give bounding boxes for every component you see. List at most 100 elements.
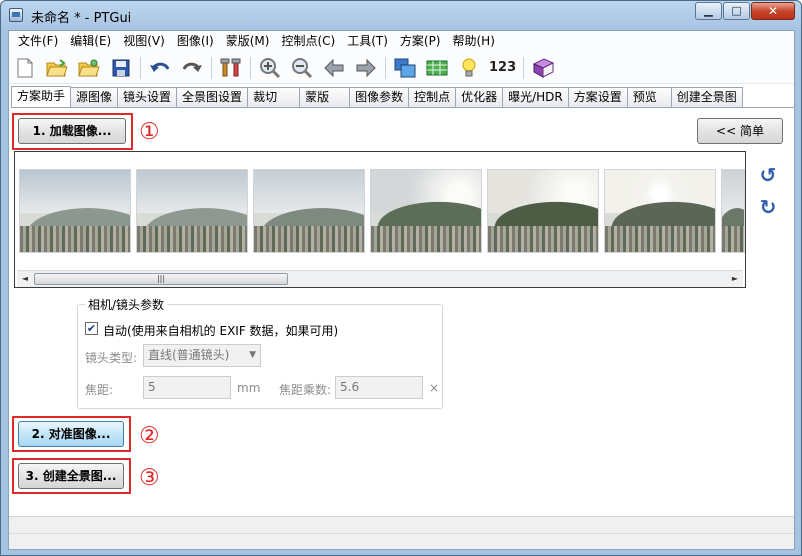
redo-icon[interactable] bbox=[180, 56, 204, 80]
focal-length-label: 焦距: bbox=[85, 383, 114, 397]
auto-exif-label[interactable]: 自动(使用来自相机的 EXIF 数据，如果可用) bbox=[103, 322, 338, 339]
menu-control-points[interactable]: 控制点(C) bbox=[276, 31, 342, 52]
app-window: 未命名 * - PTGui ▁ □ ✕ 文件(F) 编辑(E) 视图(V) 图像… bbox=[0, 0, 802, 556]
menu-edit[interactable]: 编辑(E) bbox=[65, 31, 118, 52]
focal-length-unit: mm bbox=[237, 381, 261, 395]
checkmark-icon: ✔ bbox=[86, 322, 97, 335]
lightbulb-icon[interactable] bbox=[457, 56, 481, 80]
ptgui-app-icon[interactable] bbox=[9, 8, 23, 22]
scrollbar-thumb[interactable]: ||| bbox=[34, 273, 288, 285]
tab-control-points[interactable]: 控制点 bbox=[409, 87, 457, 108]
main-tabs: 方案助手 源图像 镜头设置 全景图设置 裁切 蒙版 图像参数 控制点 优化器 曝… bbox=[11, 86, 794, 108]
toolbar-separator bbox=[250, 56, 251, 79]
step1-marker: ① bbox=[139, 119, 160, 145]
menu-tools[interactable]: 工具(T) bbox=[342, 31, 395, 52]
table-icon[interactable] bbox=[425, 56, 449, 80]
thumb-city bbox=[20, 225, 130, 252]
title-bar[interactable]: 未命名 * - PTGui ▁ □ ✕ bbox=[1, 1, 801, 29]
undo-icon[interactable] bbox=[148, 56, 172, 80]
thumb-city bbox=[605, 225, 715, 252]
menu-view[interactable]: 视图(V) bbox=[118, 31, 172, 52]
create-panorama-button[interactable]: 3. 创建全景图... bbox=[18, 463, 124, 489]
menu-bar: 文件(F) 编辑(E) 视图(V) 图像(I) 蒙版(M) 控制点(C) 工具(… bbox=[9, 31, 794, 52]
thumb-city bbox=[722, 225, 744, 252]
tab-image-parameters[interactable]: 图像参数 bbox=[350, 87, 410, 108]
rotate-left-icon[interactable]: ↺ bbox=[758, 165, 778, 185]
menu-help[interactable]: 帮助(H) bbox=[448, 31, 502, 52]
thumbnail-image[interactable] bbox=[487, 169, 599, 253]
chevron-down-icon: ▼ bbox=[249, 350, 256, 360]
close-button[interactable]: ✕ bbox=[751, 2, 795, 20]
panorama-editor-icon[interactable] bbox=[393, 56, 417, 80]
add-images-icon[interactable] bbox=[77, 56, 101, 80]
step2-marker: ② bbox=[139, 423, 160, 449]
camera-lens-group-title: 相机/镜头参数 bbox=[85, 296, 168, 313]
thumb-city bbox=[371, 225, 481, 252]
zoom-out-icon[interactable] bbox=[290, 56, 314, 80]
thumbnail-image[interactable] bbox=[136, 169, 248, 253]
minimize-button[interactable]: ▁ bbox=[695, 2, 722, 20]
thumb-city bbox=[488, 225, 598, 252]
zoom-in-icon[interactable] bbox=[258, 56, 282, 80]
tab-mask[interactable]: 蒙版 bbox=[300, 87, 351, 108]
align-images-button[interactable]: 2. 对准图像... bbox=[18, 421, 124, 447]
load-images-button[interactable]: 1. 加载图像... bbox=[18, 118, 126, 144]
thumbnail-image[interactable] bbox=[721, 169, 745, 253]
numeric-transform-button[interactable]: 123 bbox=[489, 60, 516, 75]
tab-preview[interactable]: 预览 bbox=[627, 87, 672, 108]
arrow-left-icon[interactable] bbox=[322, 56, 346, 80]
maximize-button[interactable]: □ bbox=[723, 2, 750, 20]
window-title: 未命名 * - PTGui bbox=[31, 11, 132, 26]
new-project-icon[interactable] bbox=[13, 56, 37, 80]
thumbnail-scrollbar[interactable]: ◄ ||| ► bbox=[17, 270, 743, 287]
focal-length-input[interactable]: 5 bbox=[143, 376, 231, 399]
auto-exif-checkbox[interactable]: ✔ bbox=[85, 322, 98, 335]
toolbar: 123 bbox=[9, 52, 794, 84]
maximize-icon: □ bbox=[731, 4, 742, 17]
lens-type-label: 镜头类型: bbox=[85, 351, 138, 365]
rotate-right-icon[interactable]: ↻ bbox=[758, 197, 778, 217]
scroll-left-arrow-icon[interactable]: ◄ bbox=[17, 271, 33, 287]
toolbar-separator bbox=[385, 56, 386, 79]
focal-multiplier-input[interactable]: 5.6 bbox=[335, 376, 423, 399]
tab-divider bbox=[11, 107, 794, 108]
step3-marker: ③ bbox=[139, 465, 160, 491]
tab-project-settings[interactable]: 方案设置 bbox=[568, 87, 628, 108]
save-icon[interactable] bbox=[109, 56, 133, 80]
toolbar-separator bbox=[523, 56, 525, 79]
menu-mask[interactable]: 蒙版(M) bbox=[221, 31, 277, 52]
tab-create-panorama[interactable]: 创建全景图 bbox=[671, 87, 743, 108]
open-folder-icon[interactable] bbox=[45, 56, 69, 80]
status-divider bbox=[9, 533, 794, 534]
lens-type-select[interactable]: 直线(普通镜头) ▼ bbox=[143, 344, 261, 367]
focal-multiplier-suffix: × bbox=[429, 381, 440, 395]
image-thumbnail-strip[interactable]: ◄ ||| ► bbox=[14, 151, 746, 288]
tab-crop[interactable]: 裁切 bbox=[248, 87, 301, 108]
arrow-right-icon[interactable] bbox=[354, 56, 378, 80]
menu-images[interactable]: 图像(I) bbox=[172, 31, 221, 52]
tab-project-assistant[interactable]: 方案助手 bbox=[11, 86, 72, 108]
thumb-hills bbox=[605, 194, 715, 228]
thumb-hills bbox=[371, 194, 481, 228]
thumb-city bbox=[137, 225, 247, 252]
tab-optimizer[interactable]: 优化器 bbox=[456, 87, 504, 108]
toolbar-separator bbox=[211, 56, 212, 79]
lens-type-value: 直线(普通镜头) bbox=[148, 348, 230, 362]
thumbnail-image[interactable] bbox=[19, 169, 131, 253]
scroll-right-arrow-icon[interactable]: ► bbox=[727, 271, 743, 287]
help-book-icon[interactable] bbox=[531, 56, 555, 80]
simple-mode-button[interactable]: << 简单 bbox=[697, 118, 783, 144]
status-bar bbox=[9, 516, 794, 549]
tab-exposure-hdr[interactable]: 曝光/HDR bbox=[503, 87, 569, 108]
focal-multiplier-label: 焦距乘数: bbox=[279, 383, 332, 397]
tab-source-images[interactable]: 源图像 bbox=[71, 87, 119, 108]
menu-project[interactable]: 方案(P) bbox=[395, 31, 448, 52]
thumb-city bbox=[254, 225, 364, 252]
menu-file[interactable]: 文件(F) bbox=[13, 31, 65, 52]
thumbnail-image[interactable] bbox=[370, 169, 482, 253]
tools-icon[interactable] bbox=[219, 56, 243, 80]
tab-lens-settings[interactable]: 镜头设置 bbox=[118, 87, 178, 108]
thumbnail-image[interactable] bbox=[253, 169, 365, 253]
thumbnail-image[interactable] bbox=[604, 169, 716, 253]
tab-panorama-settings[interactable]: 全景图设置 bbox=[177, 87, 249, 108]
